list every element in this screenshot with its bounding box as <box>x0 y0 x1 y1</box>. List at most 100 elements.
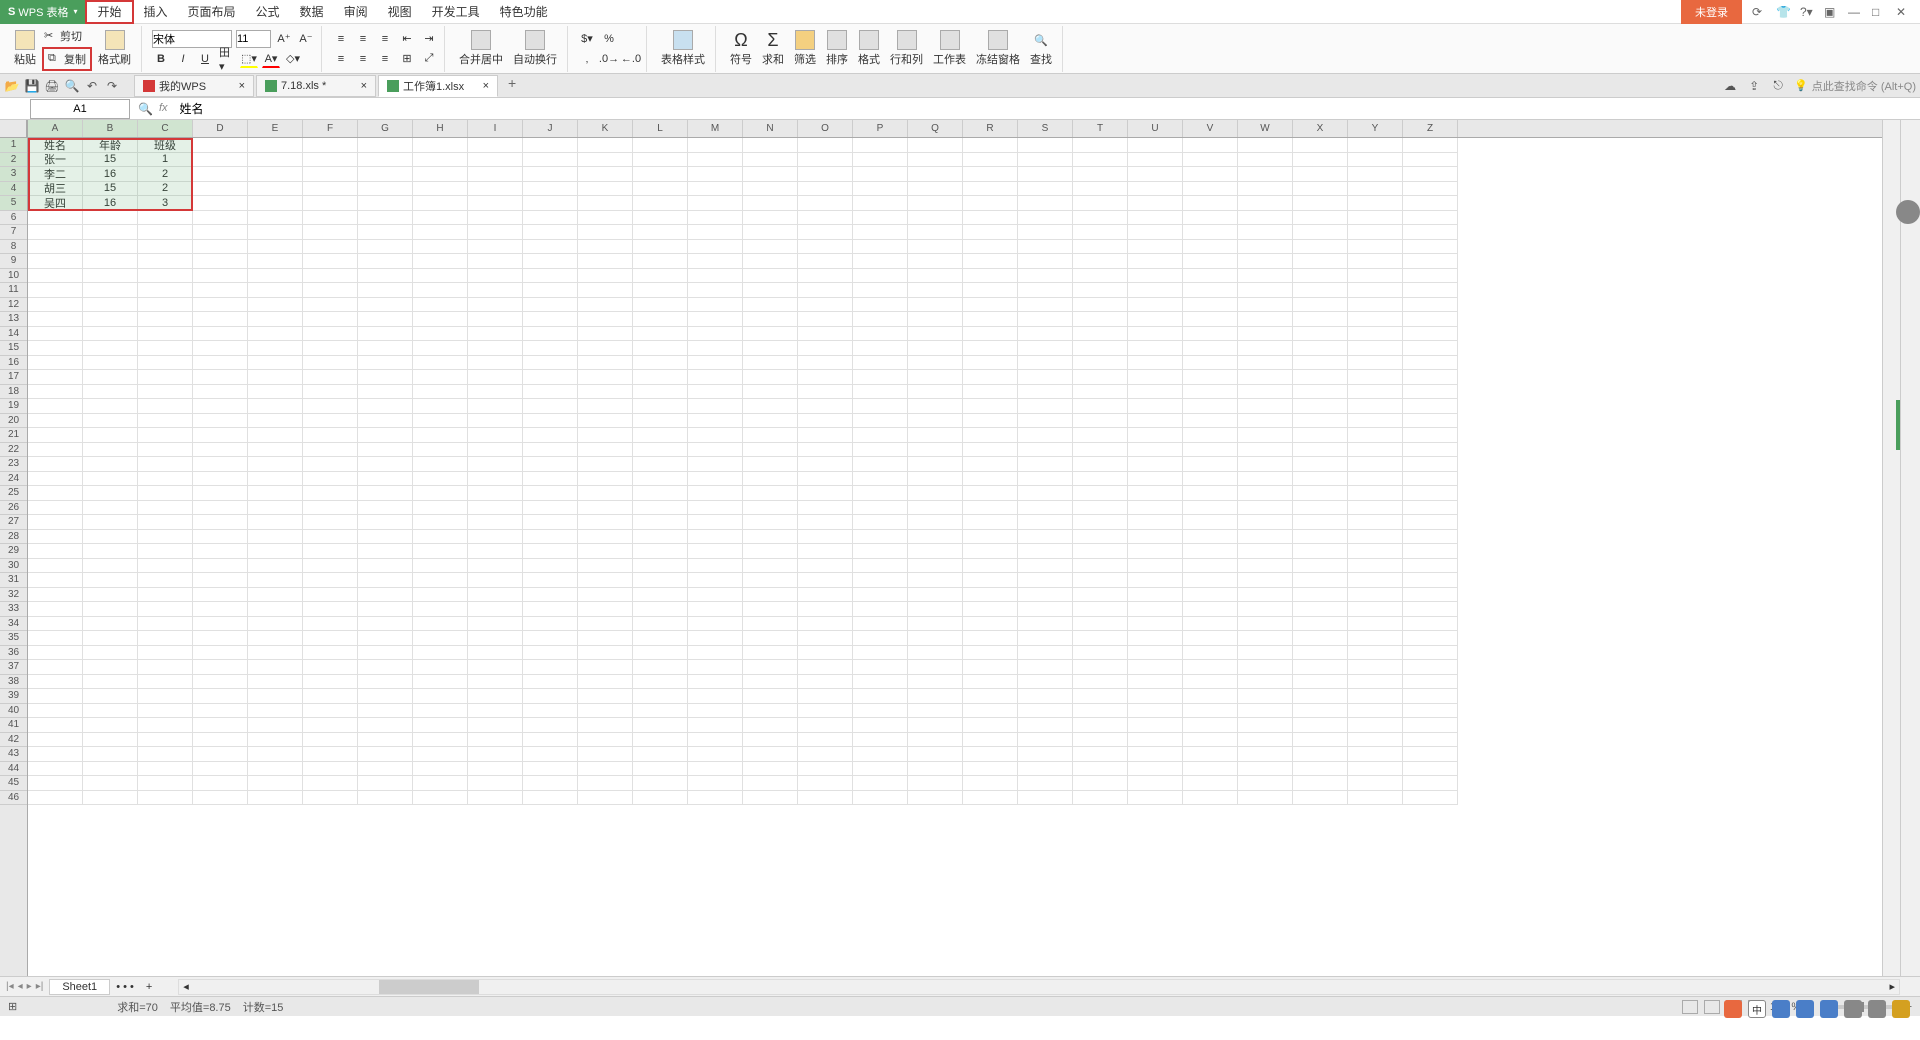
cell[interactable] <box>1073 617 1128 632</box>
cell[interactable] <box>963 196 1018 211</box>
cell[interactable] <box>28 791 83 806</box>
cell[interactable] <box>633 385 688 400</box>
cell[interactable] <box>688 428 743 443</box>
cell[interactable] <box>688 472 743 487</box>
cell[interactable] <box>1348 689 1403 704</box>
cell[interactable] <box>908 327 963 342</box>
cell[interactable] <box>688 530 743 545</box>
cell[interactable] <box>468 240 523 255</box>
cell[interactable] <box>83 457 138 472</box>
cell[interactable] <box>908 385 963 400</box>
cell[interactable] <box>83 530 138 545</box>
cell[interactable] <box>1348 791 1403 806</box>
cell[interactable] <box>963 747 1018 762</box>
cell[interactable] <box>138 631 193 646</box>
cell[interactable] <box>853 443 908 458</box>
cell[interactable] <box>523 544 578 559</box>
cell[interactable] <box>798 631 853 646</box>
cell[interactable] <box>908 240 963 255</box>
cell[interactable] <box>358 718 413 733</box>
cell[interactable] <box>358 312 413 327</box>
cell[interactable] <box>468 704 523 719</box>
cell[interactable] <box>688 370 743 385</box>
cell[interactable] <box>578 443 633 458</box>
cell[interactable] <box>413 472 468 487</box>
cell[interactable] <box>28 385 83 400</box>
align-center-icon[interactable]: ≡ <box>354 50 372 68</box>
cell[interactable] <box>1238 298 1293 313</box>
cell[interactable] <box>908 559 963 574</box>
cell[interactable] <box>1293 356 1348 371</box>
cell[interactable] <box>193 167 248 182</box>
cell[interactable] <box>523 675 578 690</box>
cell[interactable] <box>83 617 138 632</box>
cell[interactable] <box>963 167 1018 182</box>
cell[interactable] <box>28 472 83 487</box>
cell[interactable] <box>248 414 303 429</box>
cell[interactable] <box>193 530 248 545</box>
cell[interactable] <box>1018 762 1073 777</box>
cell[interactable] <box>523 240 578 255</box>
cell[interactable] <box>358 414 413 429</box>
cell[interactable] <box>83 718 138 733</box>
cell[interactable] <box>193 138 248 153</box>
cell[interactable] <box>688 312 743 327</box>
menu-tab-formula[interactable]: 公式 <box>246 0 290 24</box>
cell[interactable] <box>743 515 798 530</box>
cell[interactable] <box>468 718 523 733</box>
hscroll-thumb[interactable] <box>379 980 479 994</box>
cell[interactable] <box>1293 530 1348 545</box>
cell[interactable] <box>468 269 523 284</box>
cell[interactable] <box>1348 718 1403 733</box>
cell[interactable] <box>798 602 853 617</box>
cell[interactable] <box>358 153 413 168</box>
cell[interactable] <box>853 327 908 342</box>
cell[interactable] <box>743 530 798 545</box>
cell[interactable] <box>1073 733 1128 748</box>
cell[interactable] <box>138 776 193 791</box>
cell[interactable] <box>1183 298 1238 313</box>
cell[interactable] <box>193 573 248 588</box>
cell[interactable] <box>1073 689 1128 704</box>
cell[interactable] <box>798 399 853 414</box>
cell[interactable] <box>28 747 83 762</box>
cell[interactable] <box>1293 211 1348 226</box>
cell[interactable] <box>523 298 578 313</box>
cell[interactable] <box>963 153 1018 168</box>
cell[interactable] <box>1403 356 1458 371</box>
merge-center-button[interactable]: 合并居中 <box>455 28 507 69</box>
cell[interactable] <box>1183 689 1238 704</box>
cell[interactable] <box>1293 443 1348 458</box>
cell[interactable] <box>413 515 468 530</box>
cell[interactable] <box>193 588 248 603</box>
cell[interactable] <box>523 167 578 182</box>
cell[interactable] <box>798 428 853 443</box>
cell[interactable] <box>908 776 963 791</box>
cell[interactable] <box>413 660 468 675</box>
cell[interactable] <box>1348 153 1403 168</box>
cell[interactable] <box>1293 501 1348 516</box>
cell[interactable] <box>798 718 853 733</box>
cell[interactable] <box>1238 530 1293 545</box>
cell[interactable] <box>1183 428 1238 443</box>
cell[interactable] <box>688 689 743 704</box>
cell[interactable] <box>1348 211 1403 226</box>
cell[interactable] <box>138 370 193 385</box>
underline-button[interactable]: U <box>196 50 214 68</box>
cell[interactable] <box>1018 472 1073 487</box>
cell[interactable] <box>688 718 743 733</box>
cell[interactable] <box>1238 240 1293 255</box>
cell[interactable] <box>468 167 523 182</box>
cell[interactable] <box>1018 283 1073 298</box>
cell[interactable] <box>908 617 963 632</box>
cell[interactable] <box>633 573 688 588</box>
cell[interactable] <box>1403 762 1458 777</box>
cell[interactable] <box>633 689 688 704</box>
cell[interactable] <box>688 298 743 313</box>
cell[interactable] <box>468 153 523 168</box>
cell[interactable] <box>1018 298 1073 313</box>
cell[interactable] <box>853 254 908 269</box>
doc-tab-mywps[interactable]: 我的WPS × <box>134 75 254 97</box>
cell[interactable] <box>138 660 193 675</box>
symbol-button[interactable]: Ω 符号 <box>726 28 756 69</box>
